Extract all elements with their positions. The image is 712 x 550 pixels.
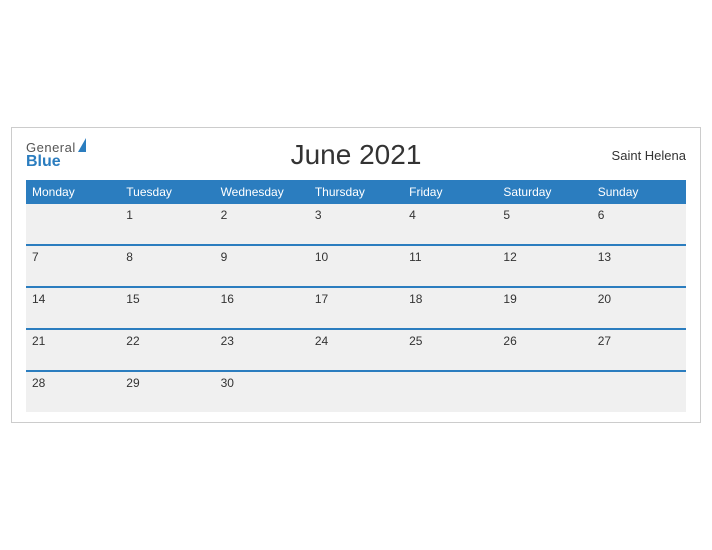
calendar-day-cell: [309, 371, 403, 412]
day-header: Monday: [26, 180, 120, 204]
calendar-day-cell: 13: [592, 245, 686, 287]
calendar-title: June 2021: [291, 139, 422, 171]
calendar-day-cell: 9: [215, 245, 309, 287]
calendar-day-cell: 7: [26, 245, 120, 287]
calendar-thead: MondayTuesdayWednesdayThursdayFridaySatu…: [26, 180, 686, 204]
calendar-day-cell: 6: [592, 204, 686, 245]
calendar-day-cell: 18: [403, 287, 497, 329]
calendar-week-row: 282930: [26, 371, 686, 412]
day-header: Saturday: [497, 180, 591, 204]
calendar-day-cell: 16: [215, 287, 309, 329]
calendar-day-cell: [497, 371, 591, 412]
calendar-day-cell: 29: [120, 371, 214, 412]
calendar-day-cell: 15: [120, 287, 214, 329]
calendar-day-cell: 27: [592, 329, 686, 371]
calendar-container: General Blue June 2021 Saint Helena Mond…: [11, 127, 701, 423]
calendar-day-cell: 11: [403, 245, 497, 287]
day-header: Sunday: [592, 180, 686, 204]
calendar-day-cell: 30: [215, 371, 309, 412]
calendar-day-cell: 14: [26, 287, 120, 329]
calendar-day-cell: 8: [120, 245, 214, 287]
day-header: Tuesday: [120, 180, 214, 204]
calendar-day-cell: 19: [497, 287, 591, 329]
region-label: Saint Helena: [612, 148, 686, 163]
logo: General Blue: [26, 140, 86, 170]
calendar-day-cell: 2: [215, 204, 309, 245]
calendar-day-cell: 23: [215, 329, 309, 371]
calendar-day-cell: 5: [497, 204, 591, 245]
calendar-header: General Blue June 2021 Saint Helena: [26, 140, 686, 170]
calendar-day-cell: 10: [309, 245, 403, 287]
calendar-day-cell: 26: [497, 329, 591, 371]
day-header: Wednesday: [215, 180, 309, 204]
logo-blue-text: Blue: [26, 154, 86, 170]
calendar-day-cell: [592, 371, 686, 412]
calendar-week-row: 21222324252627: [26, 329, 686, 371]
logo-general-text: General: [26, 141, 76, 154]
calendar-day-cell: 24: [309, 329, 403, 371]
calendar-day-cell: 3: [309, 204, 403, 245]
calendar-day-cell: 22: [120, 329, 214, 371]
calendar-day-cell: 20: [592, 287, 686, 329]
calendar-day-cell: [403, 371, 497, 412]
calendar-day-cell: 4: [403, 204, 497, 245]
calendar-day-cell: 21: [26, 329, 120, 371]
calendar-day-cell: 17: [309, 287, 403, 329]
day-header: Friday: [403, 180, 497, 204]
logo-flag-icon: [78, 138, 86, 152]
calendar-week-row: 78910111213: [26, 245, 686, 287]
calendar-tbody: 1234567891011121314151617181920212223242…: [26, 204, 686, 412]
calendar-week-row: 14151617181920: [26, 287, 686, 329]
calendar-week-row: 123456: [26, 204, 686, 245]
calendar-day-cell: [26, 204, 120, 245]
calendar-day-cell: 28: [26, 371, 120, 412]
calendar-grid: MondayTuesdayWednesdayThursdayFridaySatu…: [26, 180, 686, 412]
calendar-day-cell: 1: [120, 204, 214, 245]
calendar-day-cell: 25: [403, 329, 497, 371]
days-header-row: MondayTuesdayWednesdayThursdayFridaySatu…: [26, 180, 686, 204]
day-header: Thursday: [309, 180, 403, 204]
calendar-day-cell: 12: [497, 245, 591, 287]
